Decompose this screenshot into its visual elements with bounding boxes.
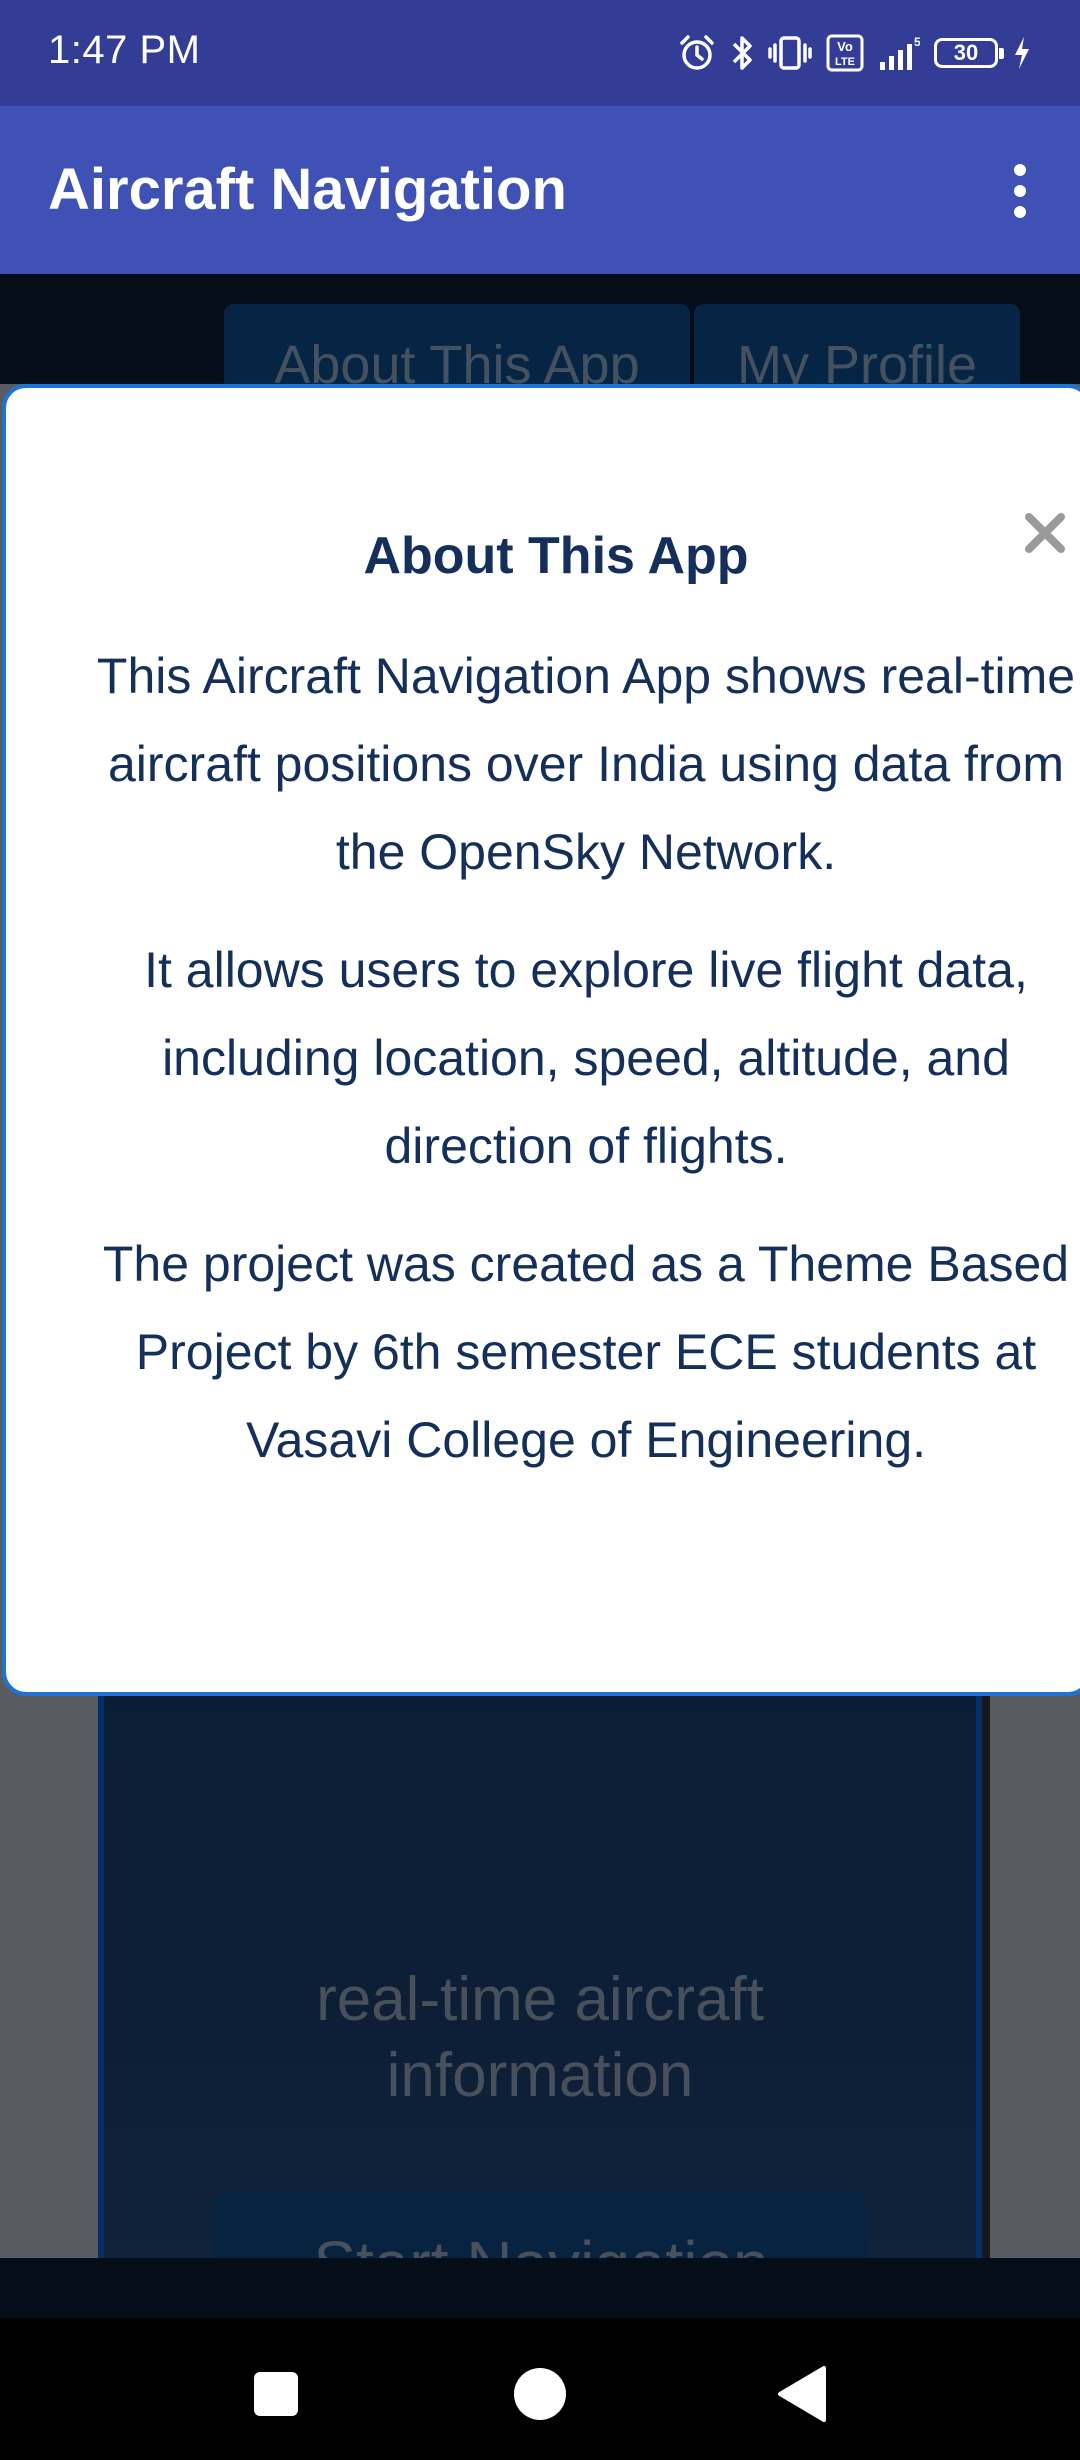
- navigation-bar: [0, 2318, 1080, 2460]
- status-time: 1:47 PM: [48, 28, 201, 72]
- vibrate-icon: [768, 36, 812, 70]
- app-title: Aircraft Navigation: [48, 157, 567, 222]
- modal-title: About This App: [363, 527, 749, 585]
- battery-icon: 30: [934, 38, 1004, 68]
- overflow-menu-icon[interactable]: [990, 156, 1050, 226]
- alarm-icon: [680, 35, 714, 70]
- status-icons: Vo LTE 5G 30: [678, 30, 1032, 76]
- svg-text:LTE: LTE: [835, 56, 855, 68]
- svg-text:Vo: Vo: [837, 39, 853, 54]
- home-icon[interactable]: [500, 2354, 580, 2434]
- signal-icon: 5G: [880, 35, 920, 70]
- modal-paragraph: It allows users to explore live flight d…: [144, 942, 1028, 1174]
- svg-text:5G: 5G: [914, 35, 920, 49]
- bluetooth-icon: [732, 36, 752, 70]
- app-bar: Aircraft Navigation: [0, 106, 1080, 274]
- about-modal: About This App This Aircraft Navigation …: [2, 384, 1080, 1696]
- modal-paragraph: This Aircraft Navigation App shows real-…: [96, 648, 1076, 880]
- status-bar: 1:47 PM Vo LTE 5G 30: [0, 0, 1080, 106]
- charging-icon: [1015, 37, 1029, 69]
- recents-icon[interactable]: [236, 2354, 316, 2434]
- modal-paragraph: The project was created as a Theme Based…: [102, 1236, 1070, 1468]
- back-icon[interactable]: [764, 2354, 844, 2434]
- volte-icon: Vo LTE: [826, 34, 864, 72]
